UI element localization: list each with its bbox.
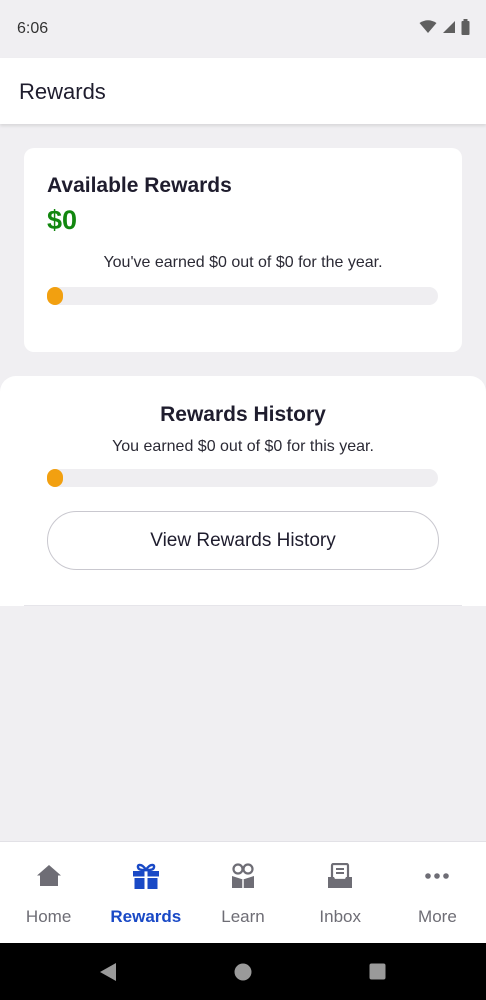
available-rewards-earned-text: You've earned $0 out of $0 for the year. [103, 254, 383, 271]
gift-icon [131, 861, 161, 891]
signal-icon [443, 21, 455, 33]
bottom-nav: Home Rewards Learn Inbox More [0, 841, 486, 943]
available-rewards-title: Available Rewards [47, 174, 232, 197]
more-icon [422, 861, 452, 891]
rewards-history-progress-fill [47, 469, 63, 487]
available-rewards-progress-fill [47, 287, 63, 305]
nav-item-inbox[interactable]: Inbox [292, 842, 389, 943]
page-title: Rewards [19, 79, 106, 104]
recents-icon[interactable] [369, 963, 386, 980]
available-rewards-progress-bar [47, 287, 438, 305]
home-icon [34, 861, 64, 891]
rewards-history-earned-text: You earned $0 out of $0 for this year. [112, 438, 374, 455]
nav-item-rewards[interactable]: Rewards [97, 842, 194, 943]
inbox-icon [325, 861, 355, 891]
available-rewards-amount: $0 [47, 205, 78, 235]
nav-label-home: Home [25, 907, 72, 926]
available-rewards-card: Available Rewards $0 You've earned $0 ou… [24, 148, 462, 352]
app-bar: Rewards [0, 58, 486, 124]
rewards-history-card: Rewards History You earned $0 out of $0 … [0, 376, 486, 606]
nav-label-rewards: Rewards [110, 907, 182, 926]
nav-item-home[interactable]: Home [0, 842, 97, 943]
nav-item-more[interactable]: More [389, 842, 486, 943]
divider [24, 605, 462, 606]
wifi-icon [419, 20, 437, 33]
nav-label-learn: Learn [221, 907, 265, 926]
system-nav-bar [0, 943, 486, 1000]
home-circle-icon[interactable] [234, 963, 252, 981]
rewards-history-title: Rewards History [160, 403, 326, 426]
status-icons [419, 19, 470, 35]
status-bar: 6:06 [0, 0, 486, 58]
back-icon[interactable] [99, 962, 117, 982]
status-time: 6:06 [17, 20, 49, 37]
nav-label-more: More [418, 907, 457, 926]
nav-item-learn[interactable]: Learn [194, 842, 291, 943]
battery-icon [461, 19, 470, 35]
nav-label-inbox: Inbox [319, 907, 361, 926]
learn-icon [228, 861, 258, 891]
rewards-history-progress-bar [47, 469, 438, 487]
view-rewards-history-button[interactable]: View Rewards History [47, 511, 439, 570]
